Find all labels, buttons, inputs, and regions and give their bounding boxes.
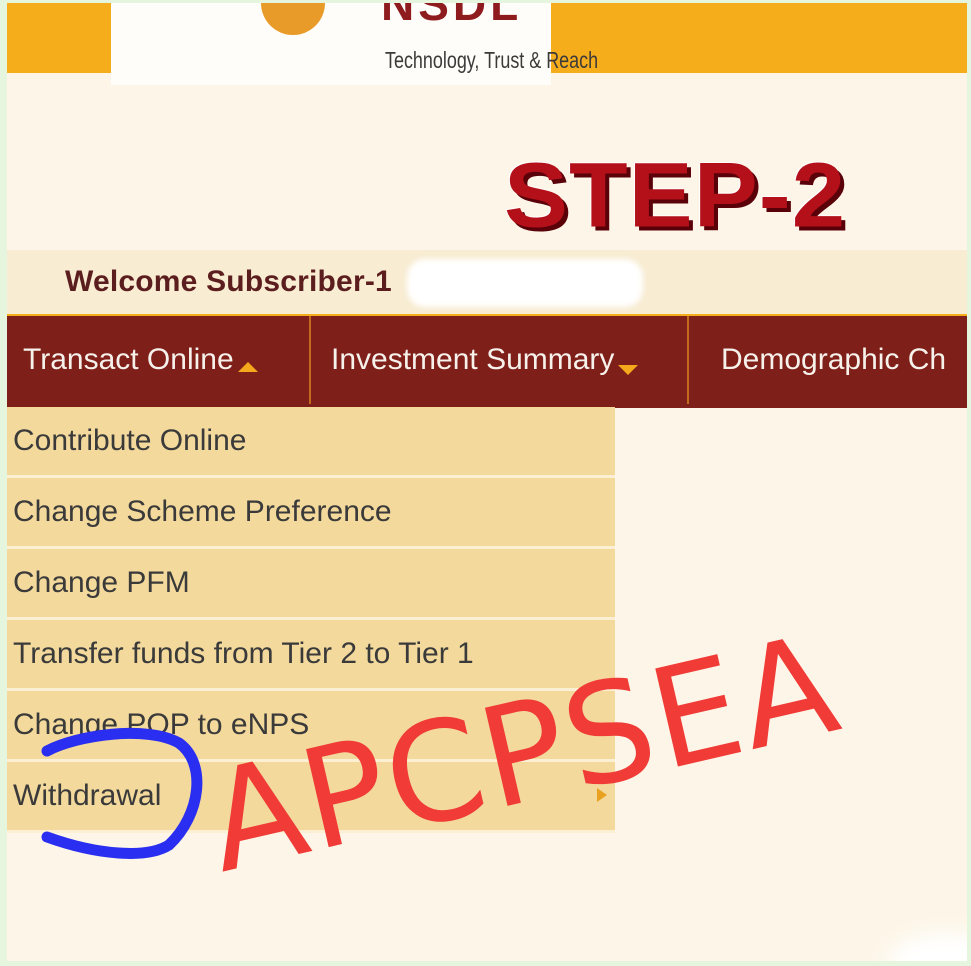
screenshot-frame: NSDL Technology, Trust & Reach STEP-2 We…	[7, 3, 967, 961]
